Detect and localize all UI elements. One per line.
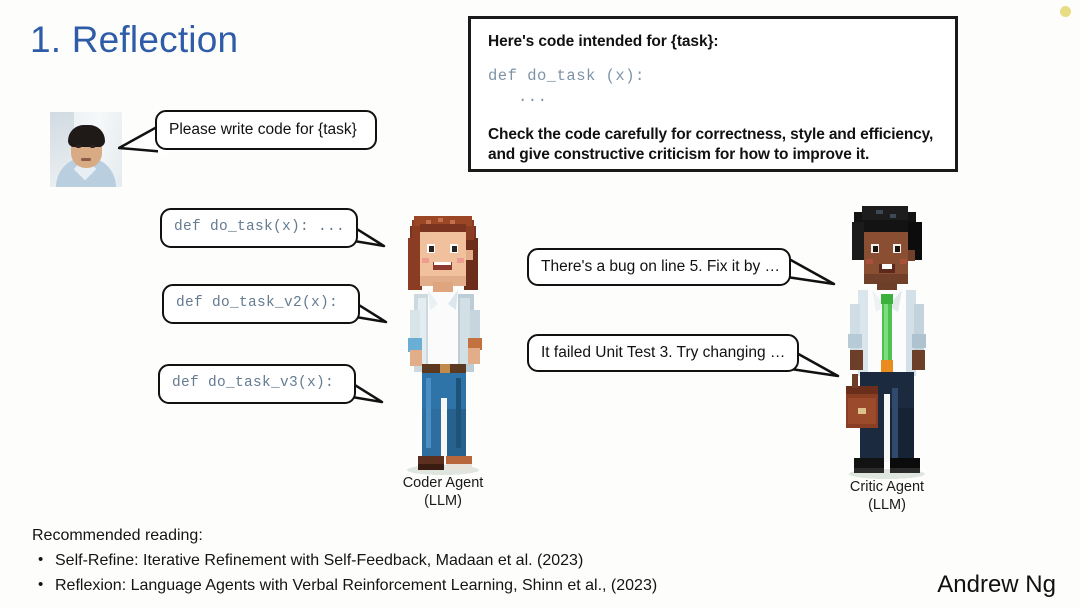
avatar-mouth xyxy=(81,158,91,161)
prompt-intro-text: Here's code intended for {task}: xyxy=(488,33,719,50)
code-bubble-2: def do_task_v2(x): xyxy=(162,284,360,324)
code-bubble-3-text: def do_task_v3(x): xyxy=(172,375,335,392)
list-item: Self-Refine: Iterative Refinement with S… xyxy=(38,548,657,574)
prompt-code-block: def do_task (x): ... xyxy=(488,66,938,108)
coder-agent-name: Coder Agent xyxy=(402,475,484,491)
user-request-bubble: Please write code for {task} xyxy=(155,110,377,150)
page-title: 1. Reflection xyxy=(30,19,239,60)
recommended-reading-list: Self-Refine: Iterative Refinement with S… xyxy=(32,548,657,599)
slide-canvas: 1. Reflection Please write code for {tas… xyxy=(0,0,1080,608)
avatar-hair xyxy=(68,125,105,147)
critic-agent-label: Critic Agent (LLM) xyxy=(777,478,997,514)
coder-agent-label: Coder Agent (LLM) xyxy=(333,474,553,510)
coder-agent-subtitle: (LLM) xyxy=(424,493,462,510)
avatar-eye-left xyxy=(76,145,81,148)
critic-prompt-box: Here's code intended for {task}: def do_… xyxy=(468,16,958,172)
critic-bubble-1-text: There's a bug on line 5. Fix it by … xyxy=(541,258,781,276)
critic-agent-figure: Critic Agent (LLM) xyxy=(828,198,946,513)
coder-agent-figure: Coder Agent (LLM) xyxy=(388,198,498,509)
code-bubble-1: def do_task(x): ... xyxy=(160,208,358,248)
critic-agent-name: Critic Agent xyxy=(849,479,925,495)
prompt-code-line: def do_task (x): xyxy=(488,67,645,85)
avatar xyxy=(50,112,122,187)
code-bubble-2-text: def do_task_v2(x): xyxy=(176,295,339,312)
critic-agent-sprite xyxy=(846,206,926,479)
prompt-code-ellipsis: ... xyxy=(518,87,548,106)
corner-dot-marker xyxy=(1060,6,1071,17)
code-bubble-3: def do_task_v3(x): xyxy=(158,364,356,404)
critic-bubble-2-text: It failed Unit Test 3. Try changing … xyxy=(541,344,786,362)
presenter-signature: Andrew Ng xyxy=(937,571,1056,598)
critic-agent-subtitle: (LLM) xyxy=(868,497,906,514)
user-request-text: Please write code for {task} xyxy=(169,121,357,139)
list-item: Reflexion: Language Agents with Verbal R… xyxy=(38,573,657,599)
coder-agent-sprite xyxy=(407,216,482,475)
prompt-instruction-text: Check the code carefully for correctness… xyxy=(488,125,934,163)
critic-bubble-1: There's a bug on line 5. Fix it by … xyxy=(527,248,791,286)
code-bubble-1-text: def do_task(x): ... xyxy=(174,219,346,236)
recommended-reading-heading: Recommended reading: xyxy=(32,527,203,544)
avatar-eye-right xyxy=(90,145,95,148)
recommended-reading: Recommended reading: Self-Refine: Iterat… xyxy=(32,524,657,598)
critic-bubble-2: It failed Unit Test 3. Try changing … xyxy=(527,334,799,372)
